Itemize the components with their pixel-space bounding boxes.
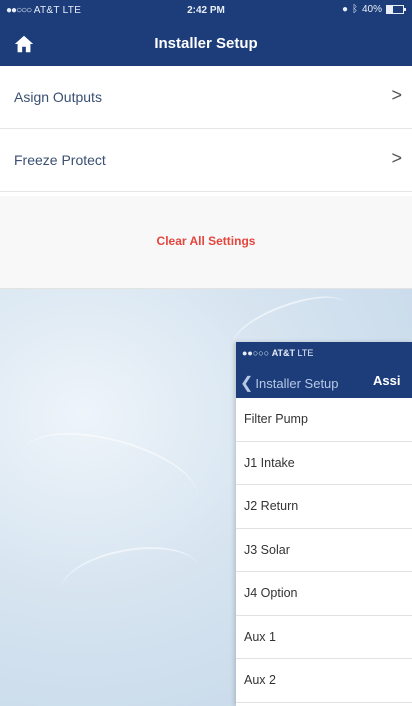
menu-item-label: Asign Outputs xyxy=(14,89,102,105)
list-item-label: J3 Solar xyxy=(244,542,290,557)
chevron-left-icon: ❮ xyxy=(240,375,254,392)
overlay-carrier: AT&T xyxy=(271,348,296,358)
clear-settings-row: Clear All Settings xyxy=(0,196,412,289)
chevron-right-icon: > xyxy=(391,148,402,168)
battery-icon xyxy=(386,5,406,14)
overlay-title: Assi xyxy=(373,373,401,388)
menu-item-asign-outputs[interactable]: Asign Outputs > xyxy=(0,66,412,129)
menu-item-freeze-protect[interactable]: Freeze Protect > xyxy=(0,129,412,192)
status-bar: ●●○○○ AT&T LTE 2:42 PM ● ᛒ 40% xyxy=(0,0,412,22)
list-item-j3-solar[interactable]: J3 Solar xyxy=(236,529,412,572)
list-item-label: J1 Intake xyxy=(244,455,295,470)
overlay-header: ❮ Installer Setup Assi xyxy=(236,364,412,398)
overlay-status-bar: ●●○○○ AT&T LTE xyxy=(236,342,412,364)
back-label: Installer Setup xyxy=(255,376,339,391)
chevron-right-icon: > xyxy=(391,85,402,105)
list-item-j1-intake[interactable]: J1 Intake xyxy=(236,442,412,485)
bluetooth-icon: ᛒ xyxy=(351,4,358,15)
back-button[interactable]: ❮ Installer Setup xyxy=(240,373,339,393)
list-item-label: Aux 2 xyxy=(244,673,276,687)
list-item-label: J2 Return xyxy=(244,499,299,513)
outputs-list: Filter Pump J1 Intake J2 Return J3 Solar… xyxy=(236,398,412,703)
list-item-aux-2[interactable]: Aux 2 xyxy=(236,659,412,703)
settings-menu: Asign Outputs > Freeze Protect > xyxy=(0,66,412,192)
list-item-j2-return[interactable]: J2 Return xyxy=(236,485,412,529)
status-right: ● ᛒ 40% xyxy=(341,4,406,15)
list-item-label: Aux 1 xyxy=(244,629,276,644)
overlay-network: LTE xyxy=(297,348,314,358)
clear-all-settings-button[interactable]: Clear All Settings xyxy=(0,234,412,248)
list-item-label: Filter Pump xyxy=(244,412,308,426)
location-icon: ● xyxy=(341,4,348,15)
page-title: Installer Setup xyxy=(154,35,258,52)
list-item-aux-1[interactable]: Aux 1 xyxy=(236,616,412,659)
list-item-filter-pump[interactable]: Filter Pump xyxy=(236,398,412,442)
menu-item-label: Freeze Protect xyxy=(14,152,106,168)
overlay-screen-assign-outputs: ●●○○○ AT&T LTE ❮ Installer Setup Assi Fil… xyxy=(236,342,412,706)
list-item-label: J4 Option xyxy=(244,586,298,600)
header-bar: Installer Setup xyxy=(0,22,412,66)
list-item-j4-option[interactable]: J4 Option xyxy=(236,572,412,616)
battery-percent: 40% xyxy=(361,4,382,15)
